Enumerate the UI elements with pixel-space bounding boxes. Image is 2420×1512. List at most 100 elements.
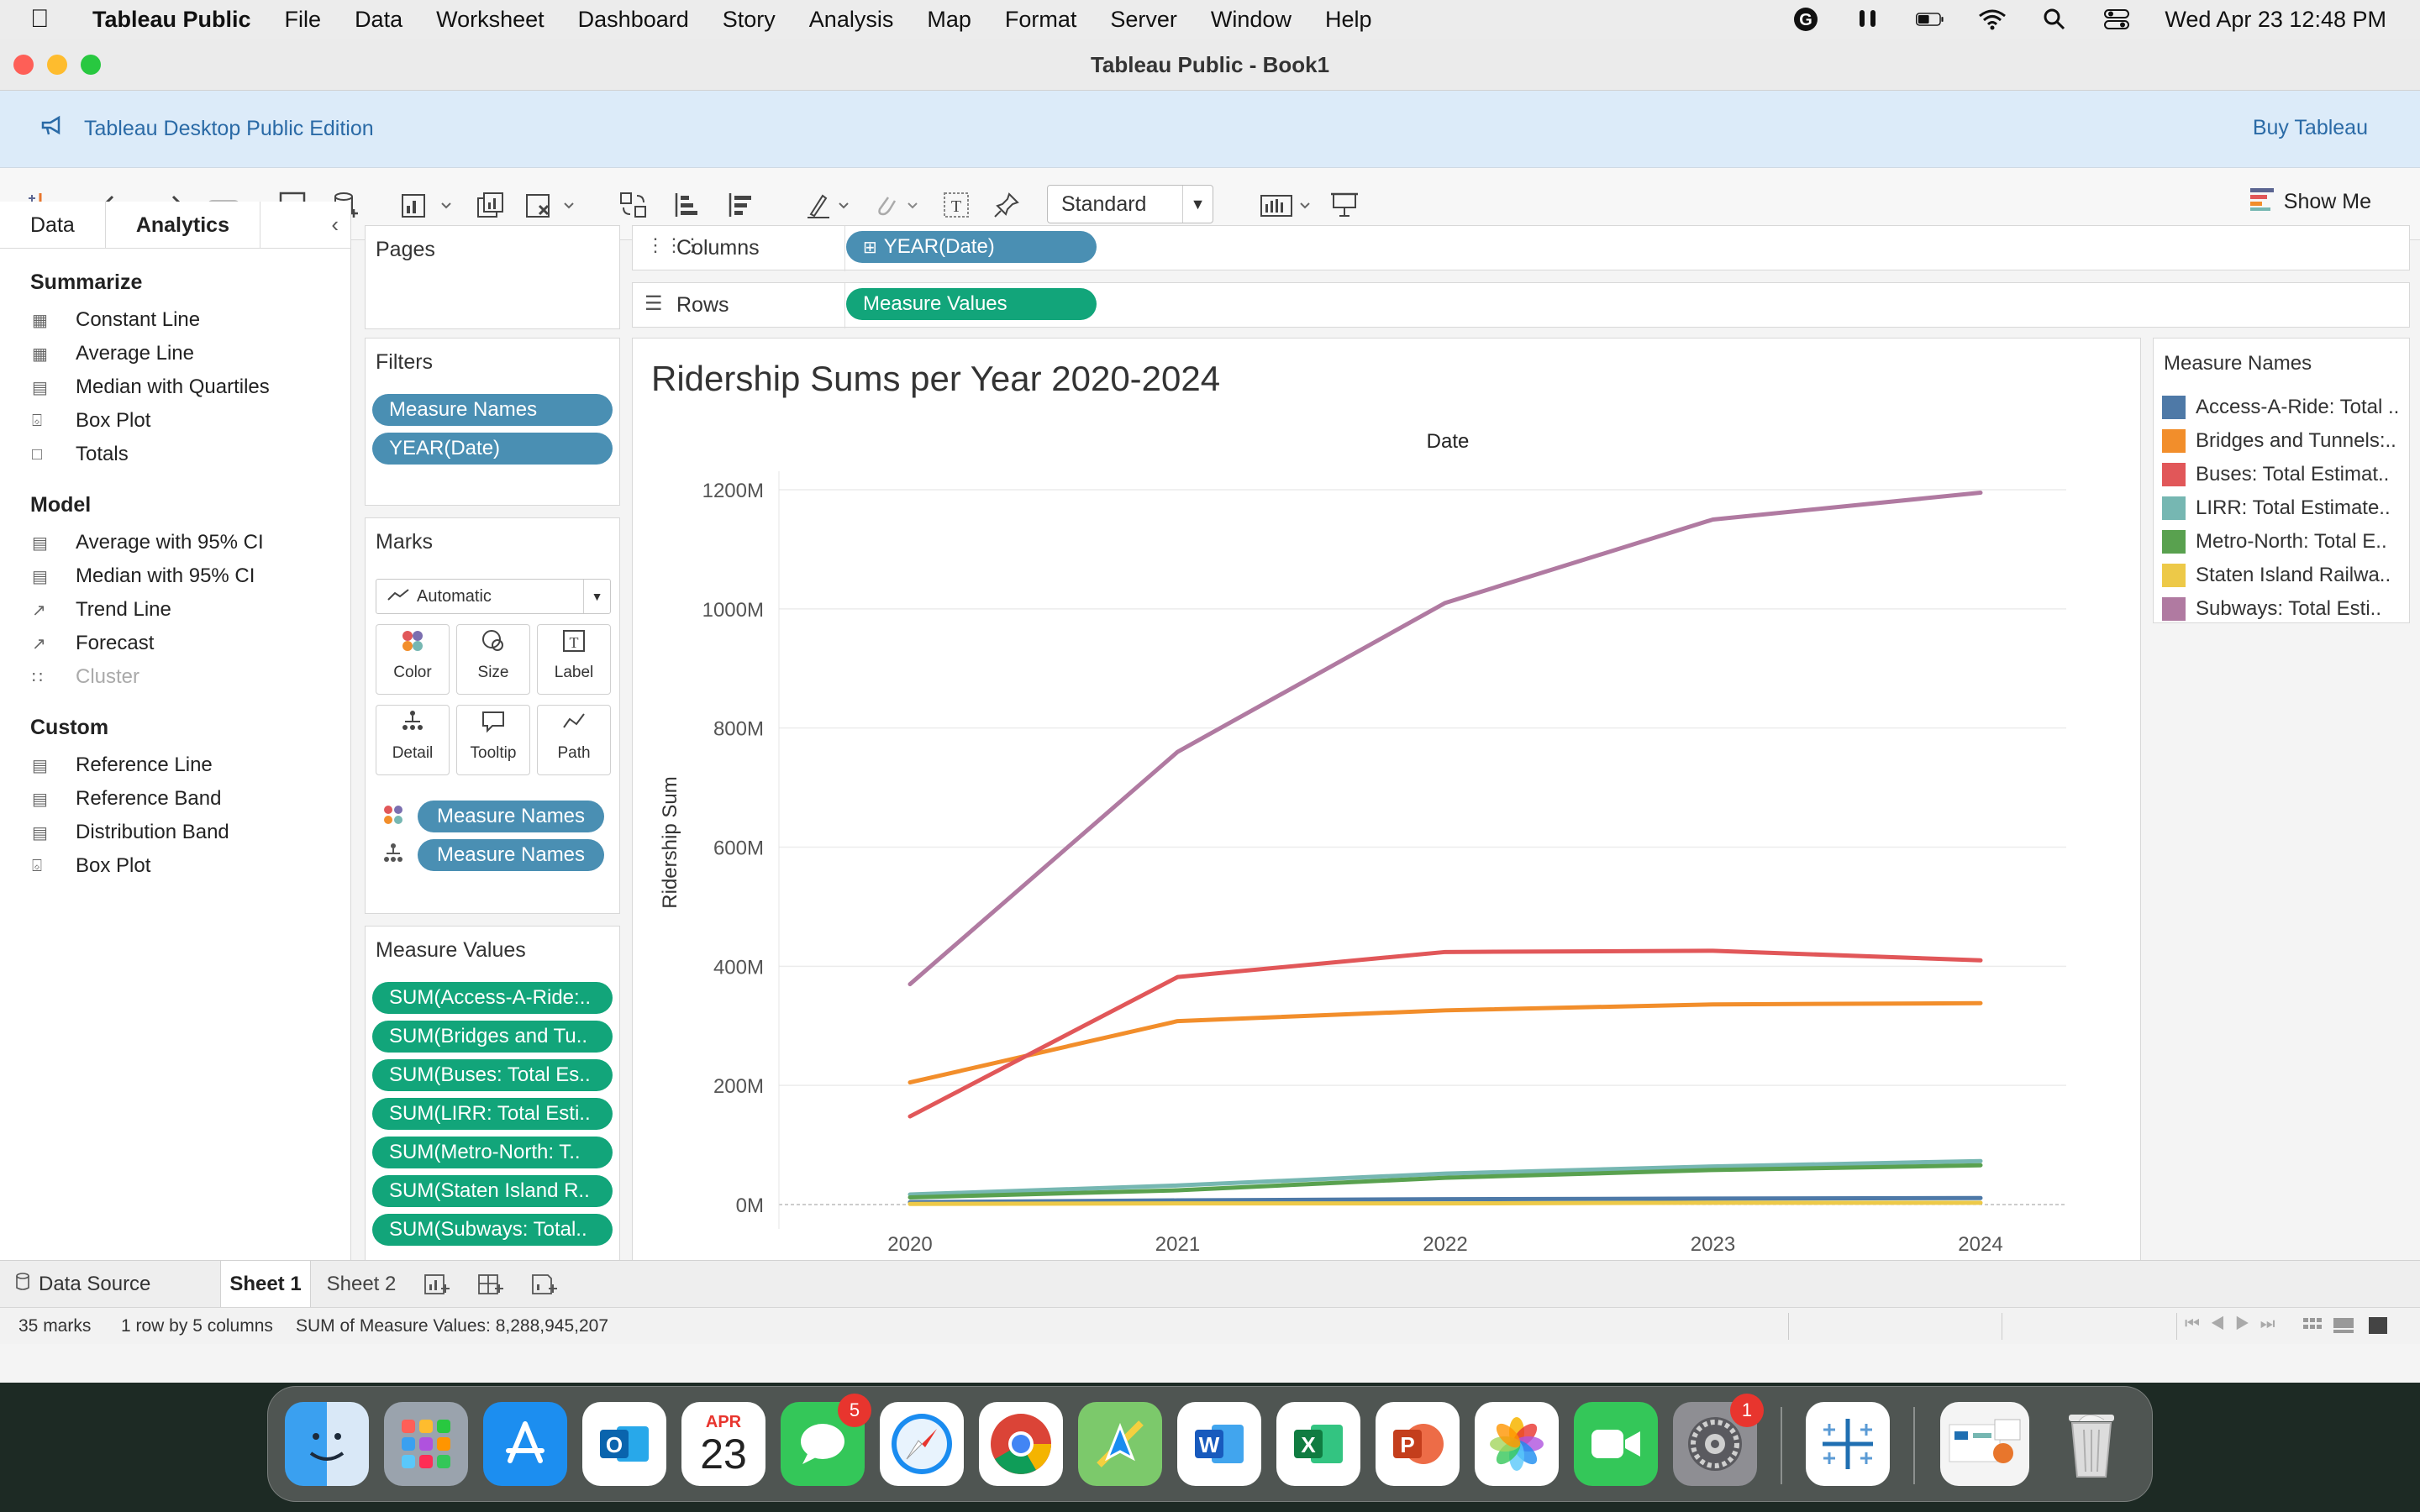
worksheet-view[interactable]: Ridership Sums per Year 2020-2024 Date R… bbox=[632, 338, 2141, 1287]
photos-icon[interactable] bbox=[1475, 1402, 1559, 1486]
legend-item[interactable]: Bridges and Tunnels:.. bbox=[2162, 424, 2396, 458]
line-chart[interactable]: Ridership Sums per Year 2020-2024 Date R… bbox=[633, 339, 2140, 1286]
show-filmstrip-icon[interactable] bbox=[2302, 1316, 2323, 1340]
duplicate-sheet-icon[interactable] bbox=[472, 186, 509, 223]
series-line[interactable] bbox=[908, 1163, 1983, 1200]
analytics-item[interactable]: ▤ Median with 95% CI bbox=[0, 559, 350, 593]
analytics-item[interactable]: ▦ Constant Line bbox=[0, 303, 350, 337]
measure-value-pill[interactable]: SUM(LIRR: Total Esti.. bbox=[372, 1098, 613, 1130]
analytics-item[interactable]: □ Totals bbox=[0, 438, 350, 471]
app-store-icon[interactable] bbox=[483, 1402, 567, 1486]
chrome-icon[interactable] bbox=[979, 1402, 1063, 1486]
powerpoint-icon[interactable]: P bbox=[1376, 1402, 1460, 1486]
group-members-icon[interactable] bbox=[871, 186, 923, 223]
collapse-pane-icon[interactable]: ‹ bbox=[331, 212, 339, 238]
new-story-tab-icon[interactable] bbox=[531, 1273, 558, 1302]
swap-rows-columns-icon[interactable] bbox=[615, 186, 652, 223]
excel-icon[interactable]: X bbox=[1276, 1402, 1360, 1486]
sort-descending-icon[interactable] bbox=[723, 186, 760, 223]
measure-value-pill[interactable]: SUM(Subways: Total.. bbox=[372, 1214, 613, 1246]
marks-pill-detail-measure-names[interactable]: Measure Names bbox=[418, 839, 604, 871]
filter-pill-measure-names[interactable]: Measure Names bbox=[372, 394, 613, 426]
new-worksheet-tab-icon[interactable] bbox=[424, 1273, 450, 1302]
tooltip-button[interactable]: Tooltip bbox=[456, 705, 530, 775]
measure-value-pill[interactable]: SUM(Access-A-Ride:.. bbox=[372, 982, 613, 1014]
series-line[interactable] bbox=[908, 948, 1983, 1119]
legend-item[interactable]: Access-A-Ride: Total .. bbox=[2162, 391, 2399, 424]
analytics-item[interactable]: ▤ Median with Quartiles bbox=[0, 370, 350, 404]
highlight-icon[interactable] bbox=[803, 186, 855, 223]
series-line[interactable] bbox=[908, 1000, 1983, 1085]
minimize-window-button[interactable] bbox=[47, 55, 67, 75]
measure-value-pill[interactable]: SUM(Staten Island R.. bbox=[372, 1175, 613, 1207]
clear-sheet-icon[interactable] bbox=[523, 186, 581, 223]
series-line[interactable] bbox=[908, 491, 1983, 987]
menu-help[interactable]: Help bbox=[1325, 7, 1372, 33]
tableau-public-icon[interactable] bbox=[1806, 1402, 1890, 1486]
trash-icon[interactable] bbox=[2049, 1402, 2133, 1486]
grammarly-icon[interactable]: G bbox=[1791, 7, 1820, 32]
facetime-icon[interactable] bbox=[1574, 1402, 1658, 1486]
show-cards-icon[interactable] bbox=[1257, 186, 1316, 223]
menu-server[interactable]: Server bbox=[1110, 7, 1177, 33]
analytics-item[interactable]: ⌺ Box Plot bbox=[0, 404, 350, 438]
filters-shelf[interactable]: Filters Measure Names YEAR(Date) bbox=[365, 338, 620, 506]
columns-shelf[interactable]: ⋮⋮⋮ Columns ⊞ YEAR(Date) bbox=[632, 225, 2410, 271]
battery-icon[interactable] bbox=[1916, 7, 1944, 32]
analytics-item[interactable]: ▦ Average Line bbox=[0, 337, 350, 370]
measure-value-pill[interactable]: SUM(Bridges and Tu.. bbox=[372, 1021, 613, 1053]
analytics-item[interactable]: ▤ Average with 95% CI bbox=[0, 526, 350, 559]
marks-pill-color-measure-names[interactable]: Measure Names bbox=[418, 801, 604, 832]
sheet-tab[interactable]: Sheet 2 bbox=[316, 1261, 407, 1308]
wifi-icon[interactable] bbox=[1978, 7, 2007, 32]
tab-analytics[interactable]: Analytics bbox=[104, 202, 260, 248]
size-button[interactable]: Size bbox=[456, 624, 530, 695]
menu-worksheet[interactable]: Worksheet bbox=[436, 7, 544, 33]
show-mark-labels-icon[interactable]: T bbox=[938, 186, 975, 223]
control-center-icon[interactable] bbox=[2102, 7, 2131, 32]
show-sheet-sorter-icon[interactable] bbox=[2333, 1316, 2354, 1340]
new-worksheet-icon[interactable] bbox=[398, 186, 457, 223]
maps-icon[interactable] bbox=[1078, 1402, 1162, 1486]
sheet-tab-active[interactable]: Sheet 1 bbox=[220, 1261, 311, 1308]
finder-icon[interactable] bbox=[285, 1402, 369, 1486]
label-button[interactable]: T Label bbox=[537, 624, 611, 695]
legend-item[interactable]: Buses: Total Estimat.. bbox=[2162, 458, 2389, 491]
close-window-button[interactable] bbox=[13, 55, 34, 75]
pages-shelf[interactable]: Pages bbox=[365, 225, 620, 329]
buy-tableau-link[interactable]: Buy Tableau bbox=[2253, 116, 2368, 140]
show-me-button[interactable]: Show Me bbox=[2249, 186, 2371, 218]
detail-button[interactable]: Detail bbox=[376, 705, 450, 775]
path-button[interactable]: Path bbox=[537, 705, 611, 775]
clock[interactable]: Wed Apr 23 12:48 PM bbox=[2165, 7, 2386, 33]
analytics-item[interactable]: ▤ Reference Band bbox=[0, 782, 350, 816]
menu-format[interactable]: Format bbox=[1005, 7, 1077, 33]
analytics-item[interactable]: ↗ Trend Line bbox=[0, 593, 350, 627]
spotlight-search-icon[interactable] bbox=[2040, 7, 2069, 32]
fix-axes-icon[interactable] bbox=[988, 186, 1025, 223]
mark-type-select[interactable]: Automatic ▼ bbox=[376, 579, 611, 614]
rows-shelf[interactable]: ☰ Rows Measure Values bbox=[632, 282, 2410, 328]
show-tabs-icon[interactable] bbox=[2368, 1316, 2388, 1340]
analytics-item[interactable]: ▤ Distribution Band bbox=[0, 816, 350, 849]
presentation-mode-icon[interactable] bbox=[1326, 186, 1363, 223]
word-icon[interactable]: W bbox=[1177, 1402, 1261, 1486]
downloads-stack-icon[interactable] bbox=[1940, 1402, 2029, 1486]
menu-window[interactable]: Window bbox=[1211, 7, 1292, 33]
menu-data[interactable]: Data bbox=[355, 7, 402, 33]
analytics-item[interactable]: ⌺ Box Plot bbox=[0, 849, 350, 883]
zoom-window-button[interactable] bbox=[81, 55, 101, 75]
menu-analysis[interactable]: Analysis bbox=[809, 7, 894, 33]
color-button[interactable]: Color bbox=[376, 624, 450, 695]
sheet-navigation-arrows-icon[interactable]: ⏮◀▶⏭ bbox=[2185, 1315, 2286, 1334]
legend-item[interactable]: LIRR: Total Estimate.. bbox=[2162, 491, 2391, 525]
outlook-icon[interactable]: O bbox=[582, 1402, 666, 1486]
measure-value-pill[interactable]: SUM(Buses: Total Es.. bbox=[372, 1059, 613, 1091]
safari-icon[interactable] bbox=[880, 1402, 964, 1486]
menu-dashboard[interactable]: Dashboard bbox=[578, 7, 689, 33]
rows-pill-measure-values[interactable]: Measure Values bbox=[846, 288, 1097, 320]
new-dashboard-tab-icon[interactable] bbox=[477, 1273, 504, 1302]
legend-item[interactable]: Staten Island Railwa.. bbox=[2162, 559, 2391, 592]
system-settings-icon[interactable]: 1 bbox=[1673, 1394, 1764, 1486]
calendar-icon[interactable]: APR 23 bbox=[681, 1402, 765, 1486]
